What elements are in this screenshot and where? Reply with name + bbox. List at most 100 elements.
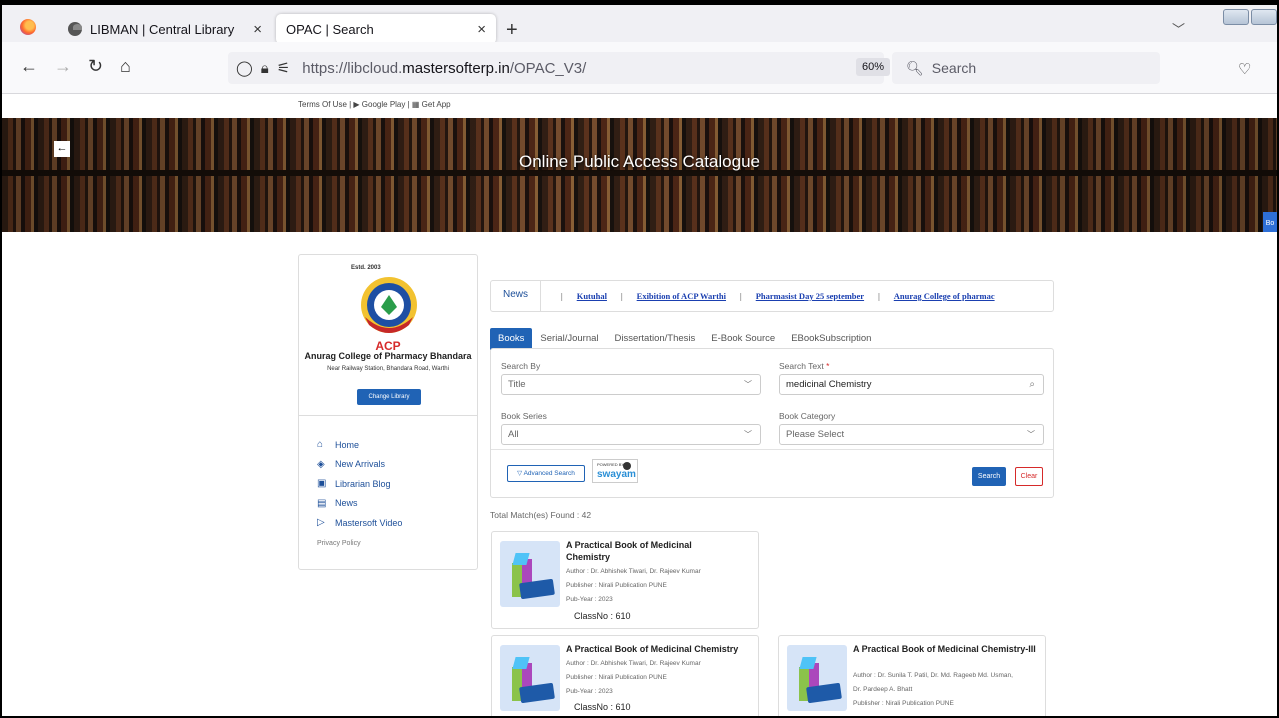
book-category-select[interactable]: Please Select ﹀ — [779, 424, 1044, 445]
window-controls — [1223, 9, 1277, 25]
permissions-icon[interactable]: ⚟ — [277, 59, 290, 77]
chevron-down-icon: ﹀ — [1027, 430, 1035, 439]
form-divider — [491, 449, 1053, 450]
forward-icon[interactable]: → — [54, 56, 72, 77]
menu-item-librarian-blog[interactable]: ▣ Librarian Blog — [317, 474, 402, 494]
book-title[interactable]: A Practical Book of Medicinal Chemistry — [566, 643, 756, 655]
menu-label: New Arrivals — [335, 459, 386, 470]
privacy-policy-link[interactable]: Privacy Policy — [317, 540, 361, 547]
menu-label: Home — [335, 439, 360, 450]
menu-label: Librarian Blog — [335, 478, 391, 489]
library-panel: Estd. 2003 ACP Anurag College of Pharmac… — [298, 254, 478, 570]
tab-ebook-subscription[interactable]: EBookSubscription — [783, 328, 879, 350]
tab-libman[interactable]: LIBMAN | Central Library × — [58, 14, 272, 44]
menu-label: Mastersoft Video — [335, 517, 403, 528]
home-icon[interactable]: ⌂ — [120, 56, 131, 77]
news-link[interactable]: Kutuhal — [577, 291, 607, 301]
url-path: /OPAC_V3/ — [509, 59, 587, 77]
lock-icon[interactable]: 🔒︎ — [261, 60, 269, 77]
pocket-icon[interactable]: ♡ — [1238, 60, 1251, 78]
change-library-button[interactable]: Change Library — [357, 389, 421, 405]
tab-serial-journal[interactable]: Serial/Journal — [532, 328, 606, 350]
tab-books[interactable]: Books — [490, 328, 533, 350]
url-domain: mastersofterp.in — [402, 59, 510, 77]
url-prefix: https://libcloud. — [302, 59, 403, 77]
diamond-icon: ◈ — [317, 458, 325, 470]
close-tab-icon[interactable]: × — [477, 21, 486, 38]
chevron-down-icon: ﹀ — [744, 380, 752, 389]
result-card[interactable]: A Practical Book of Medicinal Chemistry … — [491, 531, 759, 629]
news-link[interactable]: Pharmasist Day 25 september — [756, 291, 864, 301]
book-cover-icon — [500, 645, 560, 711]
menu-item-mastersoft-video[interactable]: ▷ Mastersoft Video — [317, 513, 402, 533]
home-icon: ⌂ — [317, 439, 324, 451]
news-ticker: News | Kutuhal | Exibition of ACP Warthi… — [490, 280, 1054, 312]
book-category-value: Please Select — [786, 429, 845, 440]
menu-item-news[interactable]: ▤ News — [317, 494, 402, 514]
result-card[interactable]: A Practical Book of Medicinal Chemistry-… — [778, 635, 1046, 716]
reload-icon[interactable]: ↻ — [88, 56, 103, 77]
news-link[interactable]: Exibition of ACP Warthi — [637, 291, 726, 301]
search-icon: 🔍︎ — [906, 59, 924, 76]
book-classno: ClassNo : 610 — [574, 702, 631, 712]
restore-button[interactable] — [1251, 9, 1277, 25]
search-form: Search By Title ﹀ Search Text * medicina… — [490, 348, 1054, 498]
search-icon: ⌕ — [1029, 379, 1035, 390]
menu-item-new-arrivals[interactable]: ◈ New Arrivals — [317, 455, 402, 475]
top-links[interactable]: Terms Of Use | ▶ Google Play | ▦ Get App — [298, 100, 451, 109]
hero-banner: ← Online Public Access Catalogue Bo — [2, 118, 1277, 232]
book-publisher: Publisher : Nirali Publication PUNE — [853, 700, 954, 707]
book-title[interactable]: A Practical Book of Medicinal Chemistry — [566, 539, 726, 563]
book-classno: ClassNo : 610 — [574, 611, 631, 621]
tab-ebook-source[interactable]: E-Book Source — [703, 328, 783, 350]
blog-icon: ▣ — [317, 478, 327, 490]
side-tab-button[interactable]: Bo — [1263, 212, 1277, 232]
tab-opac-search[interactable]: OPAC | Search × — [276, 14, 496, 44]
book-series-select[interactable]: All ﹀ — [501, 424, 761, 445]
firefox-icon[interactable] — [20, 19, 36, 35]
book-author: Author : Dr. Abhishek Tiwari, Dr. Rajeev… — [566, 568, 701, 575]
chevron-down-icon: ﹀ — [744, 430, 752, 439]
address-bar[interactable]: ◯ 🔒︎ ⚟ https://libcloud.mastersofterp.in… — [228, 52, 884, 84]
back-icon[interactable]: ← — [20, 56, 38, 77]
swayam-logo[interactable]: POWERED BY swayam — [592, 459, 638, 483]
zoom-level-button[interactable]: 60% — [856, 58, 891, 76]
shield-icon[interactable]: ◯ — [236, 59, 253, 77]
advanced-search-label: Advanced Search — [523, 470, 575, 477]
separator: | — [561, 291, 563, 301]
book-series-value: All — [508, 429, 519, 440]
book-year: Pub-Year : 2023 — [566, 596, 613, 603]
page-title: Online Public Access Catalogue — [519, 152, 760, 171]
menu-item-home[interactable]: ⌂ Home — [317, 435, 402, 455]
search-text-value: medicinal Chemistry — [786, 379, 872, 390]
tab-title: OPAC | Search — [286, 21, 374, 37]
total-matches: Total Match(es) Found : 42 — [490, 510, 592, 520]
book-publisher: Publisher : Nirali Publication PUNE — [566, 582, 667, 589]
result-card[interactable]: A Practical Book of Medicinal Chemistry … — [491, 635, 759, 716]
advanced-search-button[interactable]: ▽ Advanced Search — [507, 465, 585, 482]
navigation-bar: ← → ↻ ⌂ ◯ 🔒︎ ⚟ https://libcloud.masterso… — [2, 42, 1277, 94]
separator: | — [878, 291, 880, 301]
list-tabs-chevron-icon[interactable]: ﹀ — [1172, 19, 1185, 38]
clear-button[interactable]: Clear — [1015, 467, 1043, 486]
book-series-label: Book Series — [501, 411, 547, 421]
tab-dissertation-thesis[interactable]: Dissertation/Thesis — [607, 328, 704, 350]
college-logo — [361, 277, 417, 333]
new-tab-icon[interactable]: + — [506, 19, 518, 42]
search-text-input[interactable]: medicinal Chemistry ⌕ — [779, 374, 1044, 395]
minimize-button[interactable] — [1223, 9, 1249, 25]
search-button[interactable]: Search — [972, 467, 1006, 486]
menu-label: News — [335, 498, 358, 509]
close-tab-icon[interactable]: × — [253, 21, 262, 38]
library-menu: ⌂ Home ◈ New Arrivals ▣ Librarian Blog ▤ New… — [317, 435, 402, 533]
search-by-select[interactable]: Title ﹀ — [501, 374, 761, 395]
book-author: Author : Dr. Sunila T. Patil, Dr. Md. Ra… — [853, 672, 1013, 679]
book-cover-icon — [500, 541, 560, 607]
search-tabs: Books Serial/Journal Dissertation/Thesis… — [490, 328, 879, 350]
libman-favicon-icon — [68, 22, 82, 36]
book-year: Pub-Year : 2023 — [566, 688, 613, 695]
required-asterisk: * — [823, 361, 830, 371]
book-title[interactable]: A Practical Book of Medicinal Chemistry-… — [853, 643, 1045, 655]
news-link[interactable]: Anurag College of pharmac — [894, 291, 995, 301]
browser-search-input[interactable]: 🔍︎ Search — [892, 52, 1160, 84]
